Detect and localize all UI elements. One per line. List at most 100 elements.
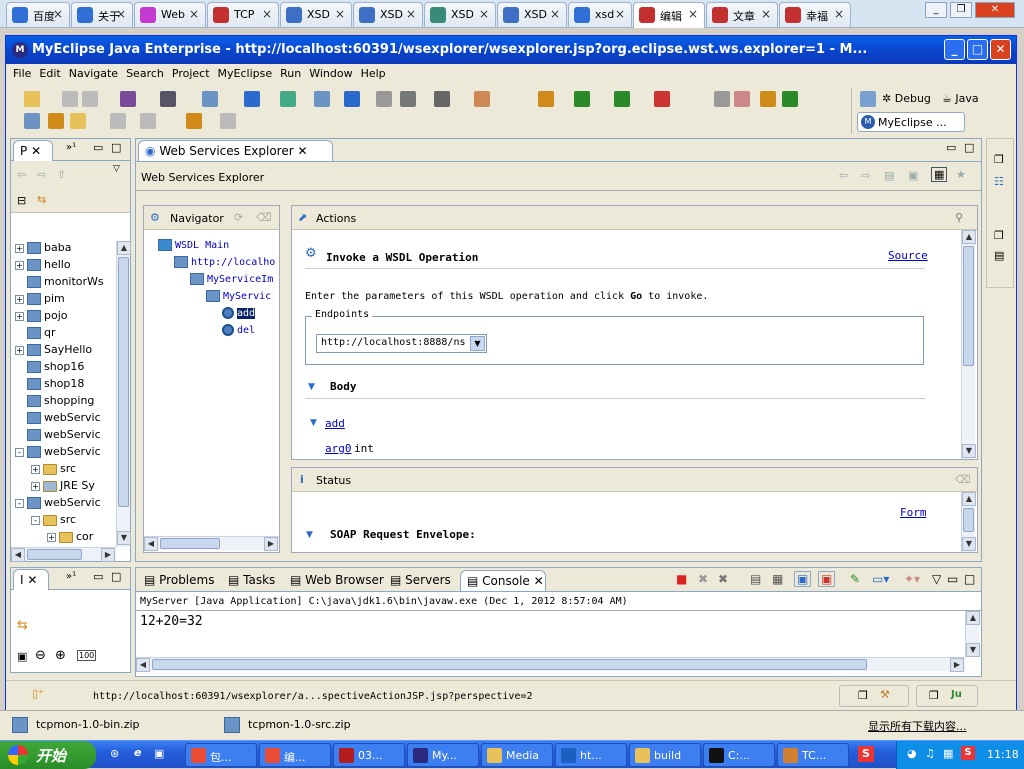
open-perspective-icon[interactable] [860,91,876,107]
scroll-thumb[interactable] [160,538,220,549]
expand-toggle-icon[interactable]: + [15,243,24,253]
tools-icon[interactable]: ⚒ [880,688,890,701]
show-all-downloads-link[interactable]: 显示所有下载内容... [868,718,967,734]
tab-outline[interactable]: I ✕ [13,569,49,590]
refresh-icon[interactable]: ⟳ [234,211,243,224]
minimize-button[interactable]: _ [944,39,965,60]
browser-tab[interactable]: xsd × [568,2,632,27]
run-server-icon[interactable] [280,91,296,107]
package-tree-item[interactable]: + hello [15,258,111,275]
display-console-icon[interactable]: ▭▾ [872,572,889,586]
package-tree-item[interactable]: + baba [15,241,111,258]
package-tree-item[interactable]: + SayHello [15,343,111,360]
package-tree-item[interactable]: shop16 [15,360,111,377]
image-icon[interactable]: ▣ [17,650,27,663]
source-link[interactable]: Source [888,249,928,262]
link-icon[interactable]: ⇆ [17,618,28,633]
folder-icon[interactable] [70,113,86,129]
menu-item-myeclipse[interactable]: MyEclipse [218,67,273,80]
browser-tab[interactable]: 文章 × [706,2,778,27]
scroll-thumb[interactable] [27,549,82,560]
actions-options-icon[interactable]: ⚲ [955,211,963,224]
browser-tab[interactable]: XSD × [424,2,496,27]
package-tree-item[interactable]: - webServic [15,445,111,462]
browser-icon[interactable] [344,91,360,107]
show-on-output-icon[interactable]: ▣ [794,571,812,587]
qq-icon[interactable]: ◕ [907,747,917,760]
tab-package-explorer[interactable]: P ✕ [13,140,53,161]
remove-all-icon[interactable]: ✖ [718,572,728,586]
package-tree-item[interactable]: shop18 [15,377,111,394]
operation-add-link[interactable]: add [325,417,345,430]
package-tree-hscroll[interactable]: ◀ ▶ [11,547,116,562]
expand-toggle-icon[interactable]: - [31,515,40,525]
tab-console[interactable]: ▤ Console ✕ [460,570,546,591]
expand-toggle-icon[interactable]: + [15,260,24,270]
run-external-icon[interactable] [614,91,630,107]
scroll-down-button[interactable]: ▼ [966,643,980,657]
scroll-right-button[interactable]: ▶ [950,658,964,672]
menu-item-help[interactable]: Help [361,67,386,80]
minimize-editor-icon[interactable]: ▭ [946,141,956,154]
browser-tab[interactable]: XSD × [353,2,423,27]
back-icon[interactable]: ⇦ [17,168,26,181]
scroll-thumb[interactable] [118,257,129,507]
expand-toggle-icon[interactable]: + [15,311,24,321]
close-tab-icon[interactable]: ✕ [530,574,544,588]
expand-toggle-icon[interactable]: - [15,447,24,457]
new-icon[interactable] [24,91,40,107]
terminate-icon[interactable]: ■ [676,572,687,586]
run-icon[interactable] [574,91,590,107]
quicklaunch-icon[interactable]: ⊛ [110,747,119,760]
back-icon[interactable]: ⇦ [839,169,848,182]
fast-view-icon[interactable]: ▯⁺ [32,687,44,700]
taskbar-button[interactable]: 03... [333,743,405,767]
clear-icon[interactable]: ⌫ [256,211,272,224]
menu-item-run[interactable]: Run [280,67,301,80]
restore-icon[interactable]: ❐ [994,229,1004,242]
expand-toggle-icon[interactable]: + [15,345,24,355]
taskbar-button[interactable]: My... [407,743,479,767]
expand-toggle-icon[interactable]: + [31,481,40,491]
scroll-thumb[interactable] [963,246,974,366]
package-tree-item[interactable]: + pojo [15,309,111,326]
scroll-left-button[interactable]: ◀ [136,658,150,672]
chevron-down-icon[interactable]: ▼ [470,336,485,351]
browser-tab[interactable]: 幸福 × [779,2,851,27]
browser-close-button[interactable]: ✕ [975,2,1015,18]
body-expand-icon[interactable]: ▼ [308,382,315,392]
restore-icon[interactable]: ❐ [858,689,868,702]
scroll-down-button[interactable]: ▼ [962,537,976,551]
browser-tab[interactable]: XSD × [497,2,567,27]
up-icon[interactable]: ⇧ [57,168,66,181]
collapse-all-icon[interactable]: ⊟ [17,194,26,207]
save-icon[interactable] [62,91,78,107]
package-tree-item[interactable]: qr [15,326,111,343]
more-views-icon[interactable]: »¹ [66,571,76,582]
annotation-icon[interactable] [110,113,126,129]
menu-item-window[interactable]: Window [309,67,352,80]
properties-icon[interactable]: ▤ [994,249,1004,262]
favorites-icon[interactable]: ▤ [884,169,894,182]
close-tab-icon[interactable]: × [615,7,625,21]
close-button[interactable]: ✕ [990,39,1011,60]
browser-restore-button[interactable]: ❐ [950,2,972,18]
actions-vscroll[interactable]: ▲ ▼ [961,230,976,459]
package-tree-vscroll[interactable]: ▲ ▼ [116,241,131,547]
start-button[interactable]: 开始 [0,741,96,769]
package-tree-item[interactable]: + pim [15,292,111,309]
close-tab-icon[interactable]: × [189,7,199,21]
restore-icon[interactable]: ❐ [994,153,1004,166]
close-tab-icon[interactable]: × [834,7,844,21]
open-console-icon[interactable]: ✦▾ [904,572,920,586]
package-tree-item[interactable]: webServic [15,428,111,445]
menu-item-search[interactable]: Search [126,67,164,80]
close-tab-icon[interactable]: × [53,7,63,21]
navigator-tree-item[interactable]: MyServic [148,289,276,306]
perspective-debug[interactable]: ✲ Debug [882,92,931,105]
browser-tab[interactable]: 百度 × [6,2,70,27]
package-tree-item[interactable]: shopping [15,394,111,411]
expand-toggle-icon[interactable]: + [31,464,40,474]
taskbar-button[interactable]: 包... [185,743,257,767]
browser-tab[interactable]: Web × [134,2,206,27]
